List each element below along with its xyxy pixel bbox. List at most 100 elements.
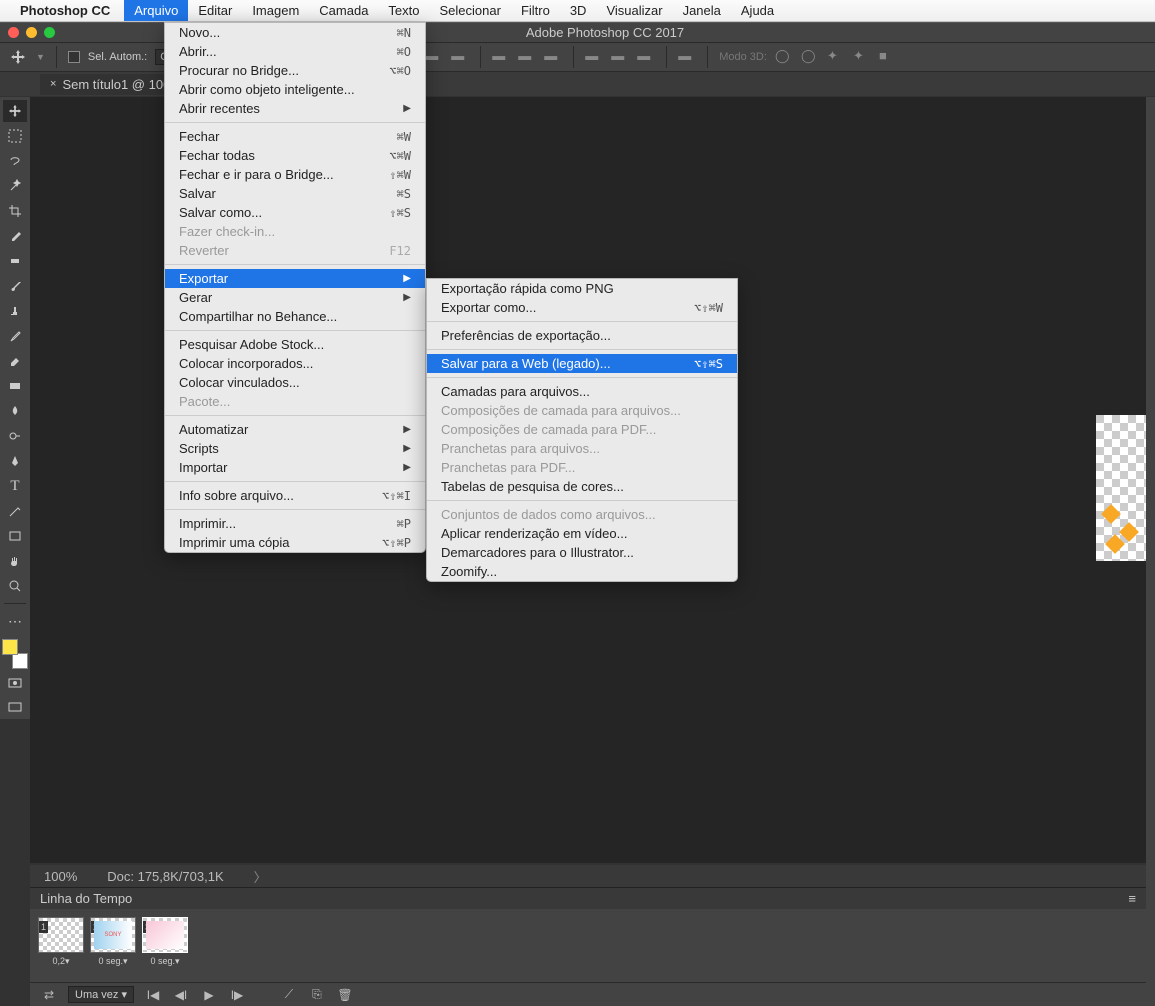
- menu-item[interactable]: Colocar vinculados...: [165, 373, 425, 392]
- menu-item[interactable]: Imprimir uma cópia⌥⇧⌘P: [165, 533, 425, 552]
- brush-tool[interactable]: [3, 275, 27, 297]
- menu-item[interactable]: Imprimir...⌘P: [165, 514, 425, 533]
- distribute-h-icon[interactable]: ▬: [585, 48, 603, 66]
- panel-menu-icon[interactable]: ≡: [1128, 891, 1136, 906]
- timeline-frame[interactable]: 30 seg.▾: [142, 917, 188, 967]
- close-tab-icon[interactable]: ×: [50, 78, 56, 90]
- duplicate-frame-button[interactable]: ⎘: [308, 987, 326, 1002]
- menu-item[interactable]: Exportação rápida como PNG: [427, 279, 737, 298]
- path-tool[interactable]: [3, 500, 27, 522]
- color-swatches[interactable]: [2, 639, 28, 669]
- menu-item[interactable]: Importar▶: [165, 458, 425, 477]
- panel-dock[interactable]: [1146, 97, 1155, 1006]
- distribute-icon[interactable]: ▬: [637, 48, 655, 66]
- type-tool[interactable]: T: [3, 475, 27, 497]
- align-bottom-icon[interactable]: ▬: [544, 48, 562, 66]
- delete-frame-button[interactable]: 🗑: [336, 988, 354, 1002]
- play-button[interactable]: ▶: [200, 988, 218, 1002]
- align-right-icon[interactable]: ▬: [451, 48, 469, 66]
- menu-item[interactable]: Demarcadores para o Illustrator...: [427, 543, 737, 562]
- document-tab[interactable]: × Sem título1 @ 100: [40, 74, 181, 95]
- menu-item[interactable]: Exportar como...⌥⇧⌘W: [427, 298, 737, 317]
- menu-item[interactable]: Gerar▶: [165, 288, 425, 307]
- history-brush-tool[interactable]: [3, 325, 27, 347]
- menu-visualizar[interactable]: Visualizar: [596, 0, 672, 21]
- lasso-tool[interactable]: [3, 150, 27, 172]
- close-window-button[interactable]: [8, 27, 19, 38]
- canvas-document[interactable]: [1096, 415, 1146, 561]
- wand-tool[interactable]: [3, 175, 27, 197]
- menu-item[interactable]: Camadas para arquivos...: [427, 382, 737, 401]
- more-tools[interactable]: ⋯: [3, 610, 27, 632]
- timeline-convert-icon[interactable]: ⇄: [40, 988, 58, 1002]
- menu-item[interactable]: Novo...⌘N: [165, 23, 425, 42]
- crop-tool[interactable]: [3, 200, 27, 222]
- menu-item[interactable]: Salvar como...⇧⌘S: [165, 203, 425, 222]
- menu-item[interactable]: Abrir como objeto inteligente...: [165, 80, 425, 99]
- menu-item[interactable]: Aplicar renderização em vídeo...: [427, 524, 737, 543]
- background-color[interactable]: [12, 653, 28, 669]
- info-arrow-icon[interactable]: 〉: [254, 867, 267, 886]
- menu-item[interactable]: Procurar no Bridge...⌥⌘O: [165, 61, 425, 80]
- menu-item[interactable]: Automatizar▶: [165, 420, 425, 439]
- menu-item[interactable]: Colocar incorporados...: [165, 354, 425, 373]
- menu-camada[interactable]: Camada: [309, 0, 378, 21]
- menu-item[interactable]: Info sobre arquivo...⌥⇧⌘I: [165, 486, 425, 505]
- foreground-color[interactable]: [2, 639, 18, 655]
- align-center-icon[interactable]: ▬: [425, 48, 443, 66]
- eyedropper-tool[interactable]: [3, 225, 27, 247]
- menu-editar[interactable]: Editar: [188, 0, 242, 21]
- menu-item[interactable]: Zoomify...: [427, 562, 737, 581]
- pen-tool[interactable]: [3, 450, 27, 472]
- maximize-window-button[interactable]: [44, 27, 55, 38]
- minimize-window-button[interactable]: [26, 27, 37, 38]
- shape-tool[interactable]: [3, 525, 27, 547]
- move-tool-icon[interactable]: [8, 47, 28, 67]
- menu-arquivo[interactable]: Arquivo: [124, 0, 188, 21]
- blur-tool[interactable]: [3, 400, 27, 422]
- tween-button[interactable]: ⟋: [280, 987, 298, 1002]
- menu-item[interactable]: Salvar para a Web (legado)...⌥⇧⌘S: [427, 354, 737, 373]
- heal-tool[interactable]: [3, 250, 27, 272]
- menu-texto[interactable]: Texto: [378, 0, 429, 21]
- zoom-level[interactable]: 100%: [44, 869, 77, 884]
- eraser-tool[interactable]: [3, 350, 27, 372]
- timeline-frame[interactable]: 10,2▾: [38, 917, 84, 967]
- menu-ajuda[interactable]: Ajuda: [731, 0, 784, 21]
- menu-item[interactable]: Abrir...⌘O: [165, 42, 425, 61]
- align-top-icon[interactable]: ▬: [492, 48, 510, 66]
- menu-item[interactable]: Pesquisar Adobe Stock...: [165, 335, 425, 354]
- first-frame-button[interactable]: I◀: [144, 988, 162, 1002]
- marquee-tool[interactable]: [3, 125, 27, 147]
- distribute-v-icon[interactable]: ▬: [611, 48, 629, 66]
- timeline-frame[interactable]: 2SONY0 seg.▾: [90, 917, 136, 967]
- menu-item[interactable]: Abrir recentes▶: [165, 99, 425, 118]
- menu-filtro[interactable]: Filtro: [511, 0, 560, 21]
- menu-item[interactable]: Salvar⌘S: [165, 184, 425, 203]
- stamp-tool[interactable]: [3, 300, 27, 322]
- menu-item[interactable]: Fechar e ir para o Bridge...⇧⌘W: [165, 165, 425, 184]
- loop-dropdown[interactable]: Uma vez ▾: [68, 986, 134, 1003]
- app-name[interactable]: Photoshop CC: [20, 3, 110, 18]
- menu-3d[interactable]: 3D: [560, 0, 597, 21]
- menu-item[interactable]: Scripts▶: [165, 439, 425, 458]
- menu-item[interactable]: Fechar⌘W: [165, 127, 425, 146]
- screenmode-toggle[interactable]: [3, 697, 27, 719]
- zoom-tool[interactable]: [3, 575, 27, 597]
- align-middle-icon[interactable]: ▬: [518, 48, 536, 66]
- gradient-tool[interactable]: [3, 375, 27, 397]
- menu-item[interactable]: Tabelas de pesquisa de cores...: [427, 477, 737, 496]
- menu-item[interactable]: Exportar▶: [165, 269, 425, 288]
- quickmask-toggle[interactable]: [3, 672, 27, 694]
- menu-selecionar[interactable]: Selecionar: [430, 0, 511, 21]
- menu-imagem[interactable]: Imagem: [242, 0, 309, 21]
- menu-item[interactable]: Compartilhar no Behance...: [165, 307, 425, 326]
- menu-item[interactable]: Preferências de exportação...: [427, 326, 737, 345]
- dodge-tool[interactable]: [3, 425, 27, 447]
- auto-select-checkbox[interactable]: [68, 51, 80, 63]
- hand-tool[interactable]: [3, 550, 27, 572]
- menu-item[interactable]: Fechar todas⌥⌘W: [165, 146, 425, 165]
- document-info[interactable]: Doc: 175,8K/703,1K: [107, 869, 223, 884]
- next-frame-button[interactable]: I▶: [228, 988, 246, 1002]
- move-tool[interactable]: [3, 100, 27, 122]
